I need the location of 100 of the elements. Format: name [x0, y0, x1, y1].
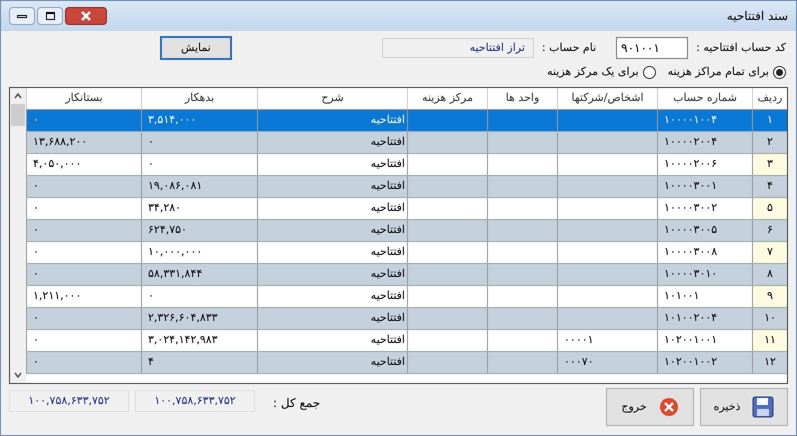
- table-cell-text: ۱۰: [764, 310, 776, 326]
- total-label: جمع کل :: [273, 395, 320, 412]
- table-cell-text: ۱۰۰۰۰۲۰۰۶: [664, 156, 718, 172]
- table-row[interactable]: ۴ ۱۰۰۰۰۳۰۰۱ افتتاحیه ۱۹,۰۸۶,۰۸۱ ۰: [26, 176, 787, 198]
- table-cell-text: ۴: [767, 178, 773, 194]
- table-row[interactable]: ۶ ۱۰۰۰۰۳۰۰۵ افتتاحیه ۶۲۴,۷۵۰ ۰: [26, 220, 787, 242]
- table-cell-text: ۱۰,۰۰۰,۰۰۰: [148, 244, 202, 260]
- table-cell-text: ۱,۲۱۱,۰۰۰: [33, 288, 82, 304]
- table-cell-text: ۵۸,۳۳۱,۸۴۴: [148, 266, 202, 282]
- table-cell-text: ۰: [33, 112, 39, 128]
- table-cell-text: ۱۰۰۰۰۳۰۰۱: [664, 178, 718, 194]
- table-row[interactable]: ۱۰ ۱۰۱۰۰۲۰۰۴ افتتاحیه ۲,۳۲۶,۶۰۴,۸۳۳ ۰: [26, 308, 787, 330]
- table-cell-text: ۱۲: [764, 354, 776, 370]
- table-cell-text: افتتاحیه: [370, 156, 405, 172]
- table-cell-text: ۲,۳۲۶,۶۰۴,۸۳۳: [148, 310, 218, 326]
- table-cell-text: ۱۰۱۰۰۱: [664, 288, 700, 304]
- table-row[interactable]: ۱۱ ۱۰۲۰۰۱۰۰۱ ۰۰۰۰۱ افتتاحیه ۳,۰۲۴,۱۴۲,۹۸۳ ۰: [26, 330, 787, 352]
- close-icon: [81, 11, 91, 21]
- table-cell-text: ۳,۵۱۴,۰۰۰: [148, 112, 196, 128]
- column-header[interactable]: واحد ها: [487, 88, 557, 109]
- table-cell-text: ۰: [33, 222, 39, 238]
- table-cell-text: ۰۰۰۰۱: [564, 332, 594, 348]
- table-cell-text: ۱۰۲۰۰۱۰۰۱: [664, 332, 718, 348]
- column-header[interactable]: ردیف: [752, 88, 787, 109]
- table-cell-text: ۹: [767, 288, 773, 304]
- radio-option[interactable]: برای یک مرکز هزینه: [547, 64, 656, 80]
- table-cell-text: ۱۰۰۰۰۳۰۰۵: [664, 222, 718, 238]
- table-cell-text: ۱۰۱۰۰۲۰۰۴: [664, 310, 718, 326]
- close-button[interactable]: [65, 7, 107, 25]
- table-cell-text: ۱۰۰۰۰۳۰۰۲: [664, 200, 718, 216]
- account-code-label: کد حساب افتتاحیه :: [696, 40, 786, 56]
- table-cell-text: افتتاحیه: [370, 288, 405, 304]
- table-cell-text: ۰: [33, 178, 39, 194]
- table-cell-text: افتتاحیه: [370, 222, 405, 238]
- total-debit-field: ۱۰۰,۷۵۸,۶۳۳,۷۵۲: [135, 390, 255, 412]
- table-row[interactable]: ۲ ۱۰۰۰۰۲۰۰۴ افتتاحیه ۰ ۱۳,۶۸۸,۲۰۰: [26, 132, 787, 154]
- column-header[interactable]: شرح: [257, 88, 407, 109]
- scroll-thumb[interactable]: [11, 104, 25, 126]
- radio-option[interactable]: برای تمام مراکز هزینه: [668, 64, 786, 80]
- table-cell-text: ۵: [767, 200, 773, 216]
- table-cell-text: ۰۰۰۷۰: [564, 354, 594, 370]
- table-cell-text: افتتاحیه: [370, 266, 405, 282]
- table-cell-text: ۳,۰۲۴,۱۴۲,۹۸۳: [148, 332, 218, 348]
- table-cell-text: ۱۰۲۰۰۱۰۰۲: [664, 354, 718, 370]
- table-cell-text: ۰: [33, 332, 39, 348]
- window-title: سند افتتاحیه: [726, 8, 788, 25]
- table-cell-text: ۱۰۰۰۰۳۰۱۰: [664, 266, 718, 282]
- restore-button[interactable]: [37, 7, 63, 25]
- table-cell-text: ۱۳,۶۸۸,۲۰۰: [33, 134, 88, 150]
- minimize-button[interactable]: [9, 7, 35, 25]
- table-cell-text: ۰: [33, 244, 39, 260]
- table-cell-text: ۴,۰۵۰,۰۰۰: [33, 156, 82, 172]
- table-cell-text: افتتاحیه: [370, 134, 405, 150]
- total-credit-field: ۱۰۰,۷۵۸,۶۳۳,۷۵۲: [9, 390, 129, 412]
- table-cell-text: ۷: [767, 244, 773, 260]
- table-cell-text: ۱۰۰۰۰۱۰۰۴: [664, 112, 718, 128]
- cancel-icon: [658, 397, 679, 417]
- table-cell-text: ۱: [767, 112, 773, 128]
- table-row[interactable]: ۹ ۱۰۱۰۰۱ افتتاحیه ۰ ۱,۲۱۱,۰۰۰: [26, 286, 787, 308]
- table-cell-text: افتتاحیه: [370, 354, 405, 370]
- table-row[interactable]: ۵ ۱۰۰۰۰۳۰۰۲ افتتاحیه ۳۴,۲۸۰ ۰: [26, 198, 787, 220]
- table-cell-text: ۰: [33, 354, 39, 370]
- scrollbar[interactable]: [10, 88, 26, 383]
- table-cell-text: ۸: [767, 266, 773, 282]
- table-cell-text: ۰: [33, 200, 39, 216]
- column-header[interactable]: اشخاص/شرکتها: [557, 88, 657, 109]
- table-cell-text: ۰: [148, 134, 154, 150]
- table-cell-text: ۰: [148, 156, 154, 172]
- account-name-label: نام حساب :: [542, 40, 596, 56]
- table-cell-text: ۶۲۴,۷۵۰: [148, 222, 187, 238]
- column-header[interactable]: بدهکار: [141, 88, 257, 109]
- table-cell-text: افتتاحیه: [370, 112, 405, 128]
- table-cell-text: افتتاحیه: [370, 178, 405, 194]
- table-cell-text: ۳: [767, 156, 773, 172]
- table-cell-text: ۲: [767, 134, 773, 150]
- table-cell-text: افتتاحیه: [370, 244, 405, 260]
- account-code-field[interactable]: ۹۰۱۰۰۱: [616, 37, 688, 59]
- table-cell-text: ۶: [767, 222, 773, 238]
- table-row[interactable]: ۱ ۱۰۰۰۰۱۰۰۴ افتتاحیه ۳,۵۱۴,۰۰۰ ۰: [26, 110, 787, 132]
- table-cell-text: ۰: [148, 288, 154, 304]
- table-row[interactable]: ۳ ۱۰۰۰۰۲۰۰۶ افتتاحیه ۰ ۴,۰۵۰,۰۰۰: [26, 154, 787, 176]
- table-cell-text: ۳۴,۲۸۰: [148, 200, 182, 216]
- table-cell-text: ۰: [33, 310, 39, 326]
- column-header[interactable]: مرکز هزینه: [407, 88, 487, 109]
- table-cell-text: ۴: [148, 354, 154, 370]
- show-button[interactable]: نمایش: [160, 36, 232, 60]
- table-row[interactable]: ۷ ۱۰۰۰۰۳۰۰۸ افتتاحیه ۱۰,۰۰۰,۰۰۰ ۰: [26, 242, 787, 264]
- exit-button[interactable]: خروج: [606, 388, 694, 426]
- table-cell-text: ۰: [33, 266, 39, 282]
- table-cell-text: افتتاحیه: [370, 332, 405, 348]
- table-cell-text: ۱۹,۰۸۶,۰۸۱: [148, 178, 202, 194]
- account-name-field: تراز افتتاحیه: [382, 38, 534, 58]
- table-row[interactable]: ۸ ۱۰۰۰۰۳۰۱۰ افتتاحیه ۵۸,۳۳۱,۸۴۴ ۰: [26, 264, 787, 286]
- table-row[interactable]: ۱۲ ۱۰۲۰۰۱۰۰۲ ۰۰۰۷۰ افتتاحیه ۴ ۰: [26, 352, 787, 374]
- column-header[interactable]: شماره حساب: [657, 88, 752, 109]
- save-button[interactable]: ذخیره: [700, 388, 788, 426]
- table-cell-text: افتتاحیه: [370, 310, 405, 326]
- table-cell-text: ۱۰۰۰۰۳۰۰۸: [664, 244, 718, 260]
- table-cell-text: افتتاحیه: [370, 200, 405, 216]
- table-cell-text: ۱۱: [764, 332, 776, 348]
